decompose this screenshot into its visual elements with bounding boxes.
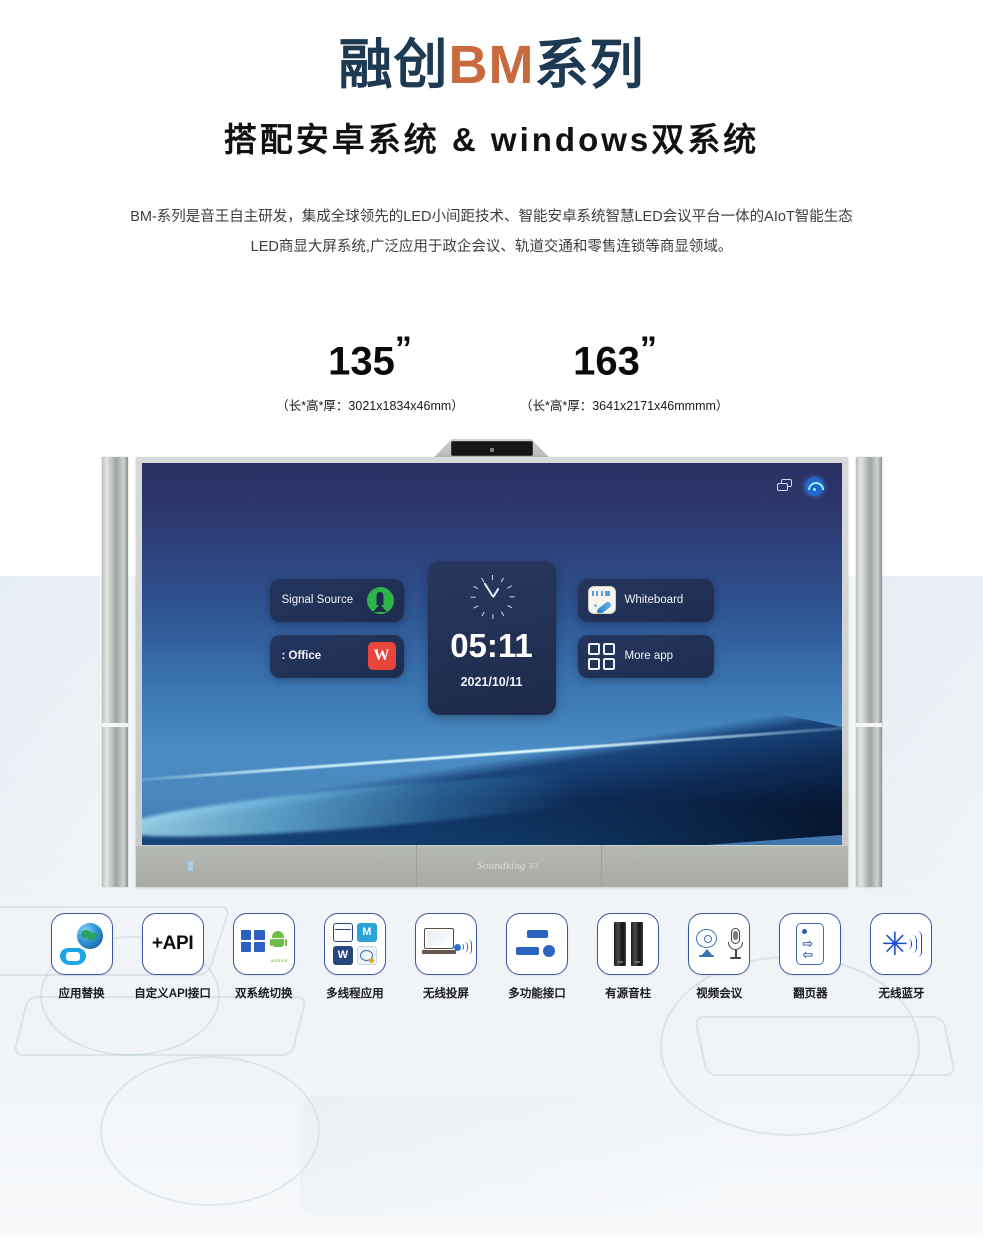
bottom-bar-segment-center: Soundking 音王 [417,845,602,888]
speaker-column-right [855,456,882,887]
speaker-column-left [101,456,128,887]
globe-folder-icon [59,922,104,965]
feature-custom-api[interactable]: +API 自定义API接口 [133,912,213,1001]
feature-label: 应用替换 [58,987,105,1000]
feature-label: 无线蓝牙 [878,987,925,1000]
feature-multi-port[interactable]: 多功能接口 [497,912,577,1001]
brand-logo: Soundking 音王 [477,859,540,872]
camera-module-icon [450,440,533,456]
ports-icon [516,929,558,958]
whiteboard-icon [587,586,616,615]
feature-wireless-cast[interactable]: 无线投屏 [406,912,486,1001]
inch-quote: ” [639,329,657,368]
more-app-card[interactable]: More app [577,634,714,678]
laptop-cast-icon [421,927,472,961]
feature-icon-box [506,912,569,975]
page-root: 融创BM系列 搭配安卓系统 & windows双系统 BM-系列是音王自主研发，… [0,35,983,1001]
feature-list: 应用替换 +API 自定义API接口 android 双系统切换 M W 多线程… [42,912,942,1001]
feature-icon-box: ⇨ ⇦ [779,912,842,975]
clock-widget[interactable]: 05:11 2021/10/11 [427,560,556,715]
display-screen: Signal Source : Office W Whiteboard More… [141,462,842,851]
feature-icon-box [414,912,477,975]
feature-page-turner[interactable]: ⇨ ⇦ 翻页器 [770,912,850,1001]
plus-api-icon: +API [151,932,194,954]
size-dimensions: （长*高*厚：3641x2171x46mmmm） [520,399,729,414]
display-bezel: Signal Source : Office W Whiteboard More… [135,456,848,887]
whiteboard-label: Whiteboard [624,594,684,607]
feature-bluetooth[interactable]: ✳ 无线蓝牙 [861,912,941,1001]
bottom-bar-segment-right [602,845,847,887]
size-dimensions: （长*高*厚：3021x1834x46mm） [276,399,464,414]
multi-tile-2: M [356,922,377,942]
whiteboard-card[interactable]: Whiteboard [577,578,714,622]
title-suffix: 系列 [534,35,645,95]
feature-icon-box: ✳ [870,912,933,975]
feature-multi-thread[interactable]: M W 多线程应用 [315,912,395,1001]
feature-label: 有源音柱 [605,987,652,1000]
power-indicator-icon [187,861,193,872]
brand-name-cn: 音王 [528,864,540,871]
bottom-bar-segment-left [136,845,417,888]
clock-time: 05:11 [450,626,533,664]
clock-date: 2021/10/11 [460,674,523,689]
speaker-column-icon [613,921,643,966]
page-subtitle: 搭配安卓系统 & windows双系统 [223,121,760,159]
feature-icon-box [50,912,113,975]
signal-source-label: Signal Source [281,594,354,607]
device-bottom-bar: Soundking 音王 [135,844,848,888]
android-wordmark: android [270,957,288,963]
grid-apps-icon [587,642,615,670]
feature-label: 多功能接口 [508,987,566,1000]
multi-tile-1 [332,922,353,942]
windows-android-icon: android [240,927,288,963]
title-prefix: 融创 [338,35,449,95]
multi-tile-3: W [332,945,353,965]
size-options: 135” （长*高*厚：3021x1834x46mm） 163” （长*高*厚：… [0,329,983,421]
size-option-163: 163” （长*高*厚：3641x2171x46mmmm） [520,329,729,414]
wps-office-icon: W [367,642,396,671]
home-screen-ui: Signal Source : Office W Whiteboard More… [142,463,842,851]
feature-label: 自定义API接口 [134,987,211,1000]
page-title: 融创BM系列 [0,35,983,95]
feature-icon-box [688,912,751,975]
feature-icon-box: android [232,912,295,975]
brand-name: Soundking [477,859,526,872]
feature-icon-box: +API [141,912,204,975]
feature-label: 翻页器 [793,987,828,1000]
camera-lens-icon [489,447,494,452]
bluetooth-symbol: ✳ [881,925,909,962]
size-option-135: 135” （长*高*厚：3021x1834x46mm） [275,329,465,414]
more-app-label: More app [624,650,674,663]
signal-source-icon [366,586,394,614]
multi-tile-4 [356,945,377,965]
feature-active-speaker[interactable]: 有源音柱 [588,912,668,1001]
feature-label: 多线程应用 [326,987,384,1000]
feature-icon-box [597,912,660,975]
camera-mic-icon [696,927,744,961]
feature-video-conf[interactable]: 视频会议 [679,912,759,1001]
feature-dual-system[interactable]: android 双系统切换 [224,912,304,1001]
analog-clock-icon [470,574,515,619]
office-card[interactable]: : Office W [269,634,404,678]
device-illustration: Signal Source : Office W Whiteboard More… [101,438,882,889]
feature-label: 双系统切换 [234,987,293,1000]
product-description: BM-系列是音王自主研发，集成全球领先的LED小间距技术、智能安卓系统智慧LED… [130,209,853,256]
feature-label: 视频会议 [696,987,743,1000]
multi-app-icon: M W [332,922,377,965]
feature-label: 无线投屏 [422,987,469,1000]
bluetooth-icon: ✳ [879,925,923,963]
inch-quote: ” [394,329,412,368]
signal-source-card[interactable]: Signal Source [269,578,404,622]
title-accent: BM [448,35,535,95]
feature-icon-box: M W [323,912,386,975]
feature-app-replace[interactable]: 应用替换 [42,912,122,1001]
size-inches: 163” [573,329,657,384]
size-inches: 135” [328,329,412,384]
clicker-arrow-left: ⇦ [802,946,814,962]
office-label: : Office [281,650,322,663]
clicker-icon: ⇨ ⇦ [796,922,825,965]
